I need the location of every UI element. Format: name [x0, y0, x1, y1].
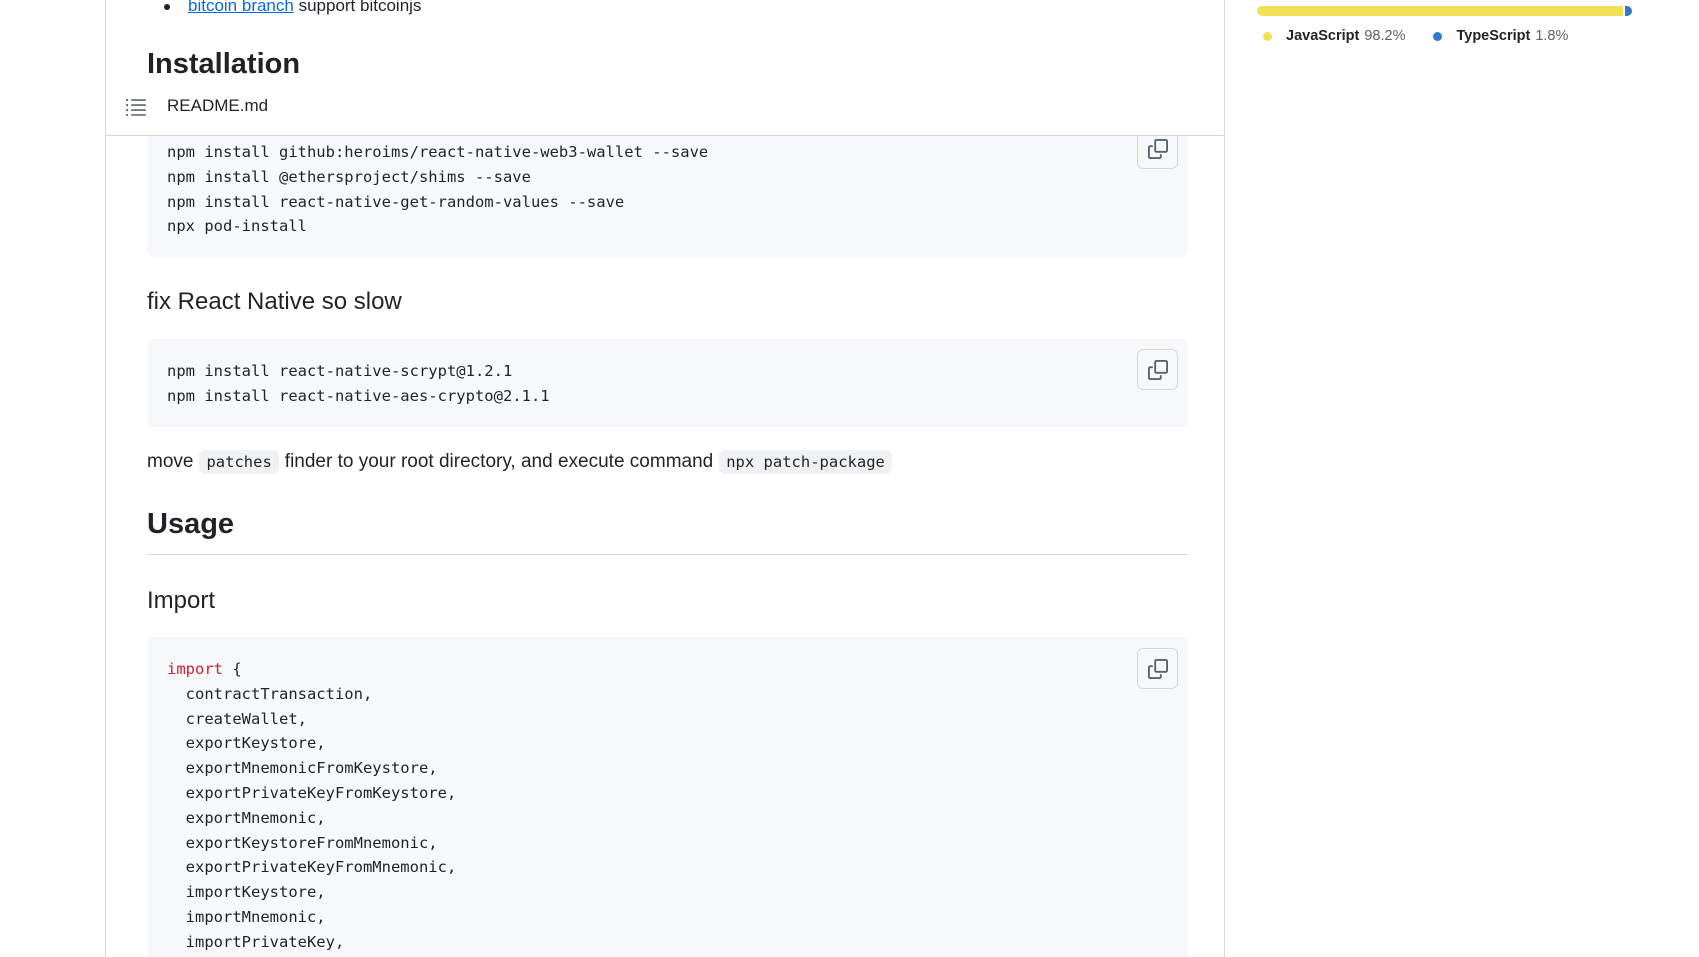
code-line: npm install react-native-aes-crypto@2.1.… — [167, 386, 550, 405]
language-bar-segment-typescript — [1625, 6, 1632, 16]
language-dot — [1433, 31, 1443, 41]
code-line: contractTransaction, — [167, 684, 373, 703]
language-percent: 1.8% — [1535, 28, 1569, 44]
code-line: npm install github:heroims/react-native-… — [167, 143, 709, 161]
code-keyword: import — [167, 660, 223, 678]
toc-icon-svg — [126, 99, 146, 116]
inline-code: patches — [199, 450, 279, 474]
language-name: JavaScript — [1286, 28, 1360, 44]
bullet-text: support bitcoinjs — [298, 0, 422, 15]
language-bar-segment-javascript — [1257, 6, 1624, 16]
readme-sticky-header: README.md — [106, 78, 1224, 136]
language-item-typescript[interactable]: TypeScript 1.8% — [1433, 28, 1568, 44]
readme-panel: bitcoin branch support bitcoinjs Install… — [105, 0, 1225, 957]
import-heading: Import — [147, 587, 216, 614]
list-unordered-icon[interactable] — [126, 98, 146, 116]
code-line: importMnemonic, — [167, 907, 326, 926]
copy-button[interactable] — [1137, 349, 1178, 390]
readme-title[interactable]: README.md — [167, 96, 268, 116]
language-list: JavaScript 98.2% TypeScript 1.8% — [1263, 28, 1596, 44]
code-line: npx pod-install — [167, 217, 307, 236]
code-text: { — [223, 660, 242, 678]
bullet-dot — [164, 3, 170, 10]
language-percent: 98.2% — [1364, 28, 1406, 44]
import-code: import { contractTransaction, createWall… — [167, 657, 456, 955]
fix-code: npm install react-native-scrypt@1.2.1 npm… — [167, 359, 550, 409]
list-item: bitcoin branch support bitcoinjs — [164, 0, 421, 16]
para-text: move — [147, 451, 194, 472]
copy-icon — [1147, 138, 1168, 159]
copy-icon — [1147, 359, 1168, 380]
code-line: exportMnemonicFromKeystore, — [167, 759, 438, 778]
language-dot — [1263, 31, 1272, 41]
language-item-javascript[interactable]: JavaScript 98.2% — [1263, 28, 1405, 44]
code-line: exportPrivateKeyFromKeystore, — [167, 783, 457, 802]
code-line: import { — [167, 657, 456, 682]
copy-button[interactable] — [1137, 648, 1178, 689]
heading-divider — [147, 554, 1188, 555]
language-bar — [1257, 6, 1632, 16]
code-line: npm install react-native-get-random-valu… — [167, 192, 625, 211]
code-line: npm install react-native-scrypt@1.2.1 — [167, 362, 513, 380]
code-line: npm install @ethersproject/shims --save — [167, 167, 531, 186]
code-line: exportKeystoreFromMnemonic, — [167, 833, 438, 852]
inline-code: npx patch-package — [719, 450, 892, 474]
page: bitcoin branch support bitcoinjs Install… — [0, 0, 1699, 957]
code-line: createWallet, — [167, 709, 307, 728]
para-text: finder to your root directory, and execu… — [284, 451, 714, 472]
code-line: exportMnemonic, — [167, 808, 326, 827]
fix-heading: fix React Native so slow — [147, 288, 402, 315]
patch-instructions: move patches finder to your root directo… — [147, 450, 898, 474]
install-code-block: npm install github:heroims/react-native-… — [147, 118, 1188, 257]
usage-heading: Usage — [147, 508, 235, 540]
fix-code-block: npm install react-native-scrypt@1.2.1 npm… — [147, 339, 1188, 427]
code-line: exportPrivateKeyFromMnemonic, — [167, 858, 457, 877]
code-line: importKeystore, — [167, 883, 326, 902]
bitcoin-branch-link[interactable]: bitcoin branch — [188, 0, 294, 15]
import-code-block: import { contractTransaction, createWall… — [147, 637, 1188, 957]
code-line: importPrivateKey, — [167, 932, 345, 951]
language-name: TypeScript — [1456, 28, 1531, 44]
install-code: npm install github:heroims/react-native-… — [167, 140, 708, 239]
installation-heading: Installation — [147, 48, 301, 80]
code-line: exportKeystore, — [167, 734, 326, 753]
copy-icon — [1147, 658, 1168, 679]
